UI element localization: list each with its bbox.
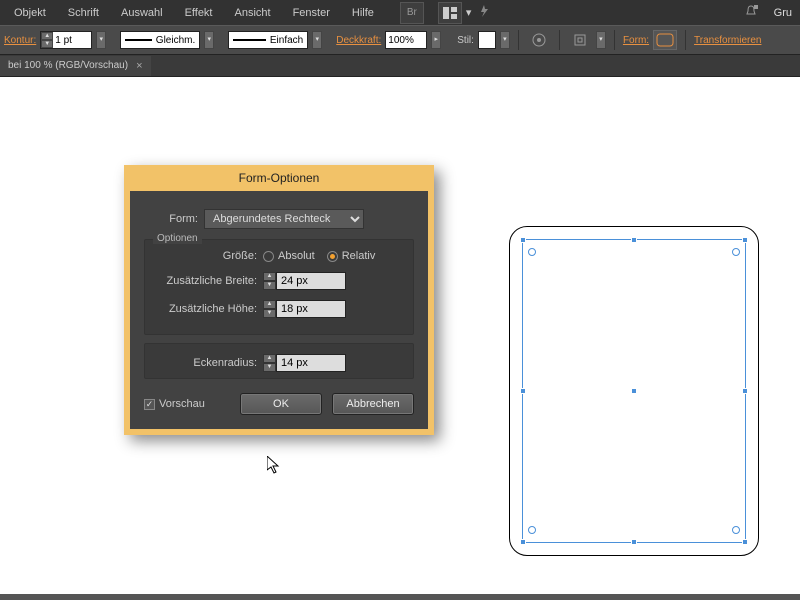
extra-height-label: Zusätzliche Höhe: (155, 303, 263, 315)
extra-height-field[interactable]: ▲▼ (263, 300, 346, 318)
handle-center[interactable] (631, 388, 637, 394)
corner-widget-br[interactable] (732, 526, 740, 534)
menu-hilfe[interactable]: Hilfe (342, 3, 384, 23)
radius-label: Eckenradius: (155, 357, 263, 369)
options-bar: Kontur: ▲▼ ▾ Gleichm. ▾ Einfach ▾ Deckkr… (0, 25, 800, 55)
handle-tr[interactable] (742, 237, 748, 243)
stroke-cap-dropdown[interactable]: ▾ (204, 31, 214, 49)
menu-auswahl[interactable]: Auswahl (111, 3, 173, 23)
corner-widget-tr[interactable] (732, 248, 740, 256)
menubar: Objekt Schrift Auswahl Effekt Ansicht Fe… (0, 0, 800, 25)
stroke-weight-field[interactable]: ▲▼ (40, 31, 92, 49)
stroke-weight-input[interactable] (53, 34, 91, 47)
handle-tl[interactable] (520, 237, 526, 243)
graphic-style-swatch[interactable] (478, 31, 496, 49)
notification-icon[interactable] (744, 4, 758, 21)
kontur-label[interactable]: Kontur: (4, 35, 36, 46)
menu-effekt[interactable]: Effekt (175, 3, 223, 23)
ok-button[interactable]: OK (240, 393, 322, 415)
opacity-input[interactable] (386, 34, 426, 47)
extra-width-label: Zusätzliche Breite: (155, 275, 263, 287)
menu-objekt[interactable]: Objekt (4, 3, 56, 23)
document-tab[interactable]: bei 100 % (RGB/Vorschau) × (0, 56, 151, 76)
align-dropdown[interactable]: ▾ (596, 31, 606, 49)
stroke-dash-field[interactable]: Einfach (228, 31, 308, 49)
tab-title: bei 100 % (RGB/Vorschau) (8, 60, 128, 71)
menu-ansicht[interactable]: Ansicht (225, 3, 281, 23)
arrange-docs-icon[interactable] (438, 2, 462, 24)
bridge-icon[interactable]: Br (400, 2, 424, 24)
style-label: Stil: (457, 35, 474, 46)
selection-bbox (522, 239, 746, 543)
handle-bl[interactable] (520, 539, 526, 545)
cancel-button[interactable]: Abbrechen (332, 393, 414, 415)
options-group: Optionen Größe: Absolut Relativ Zusätzli… (144, 239, 414, 335)
handle-bc[interactable] (631, 539, 637, 545)
opacity-dropdown[interactable]: ▸ (431, 31, 441, 49)
gpu-icon[interactable] (473, 4, 495, 21)
document-tabs: bei 100 % (RGB/Vorschau) × (0, 55, 800, 77)
radio-absolut[interactable]: Absolut (263, 250, 315, 262)
corner-widget-tl[interactable] (528, 248, 536, 256)
handle-rc[interactable] (742, 388, 748, 394)
menu-schrift[interactable]: Schrift (58, 3, 109, 23)
align-icon[interactable] (568, 30, 592, 50)
radius-field[interactable]: ▲▼ (263, 354, 346, 372)
dialog-title[interactable]: Form-Optionen (124, 165, 434, 191)
extra-width-field[interactable]: ▲▼ (263, 272, 346, 290)
stroke-weight-dropdown[interactable]: ▾ (96, 31, 106, 49)
handle-lc[interactable] (520, 388, 526, 394)
shape-select[interactable]: Abgerundetes Rechteck (204, 209, 364, 229)
stroke-dash-dropdown[interactable]: ▾ (312, 31, 322, 49)
extra-width-input[interactable] (276, 272, 346, 290)
radius-group: Eckenradius: ▲▼ (144, 343, 414, 379)
shape-options-dialog: Form-Optionen Form: Abgerundetes Rechtec… (124, 165, 434, 435)
recolor-icon[interactable] (527, 30, 551, 50)
handle-br[interactable] (742, 539, 748, 545)
corner-widget-bl[interactable] (528, 526, 536, 534)
menu-fenster[interactable]: Fenster (283, 3, 340, 23)
arrange-dropdown[interactable]: ▾ (466, 6, 472, 19)
form-label: Form: (144, 213, 204, 225)
radio-relativ[interactable]: Relativ (327, 250, 376, 262)
selected-shape[interactable] (509, 226, 759, 556)
workspace-label[interactable]: Gru (770, 7, 796, 19)
status-bar-edge (0, 594, 800, 600)
radius-input[interactable] (276, 354, 346, 372)
opacity-label[interactable]: Deckkraft: (336, 35, 381, 46)
preview-checkbox[interactable]: ✓Vorschau (144, 398, 205, 410)
transform-label[interactable]: Transformieren (694, 35, 761, 46)
extra-height-input[interactable] (276, 300, 346, 318)
shape-label[interactable]: Form: (623, 35, 649, 46)
shape-icon[interactable] (653, 30, 677, 50)
graphic-style-dropdown[interactable]: ▾ (500, 31, 510, 49)
tab-close-icon[interactable]: × (136, 60, 142, 72)
handle-tc[interactable] (631, 237, 637, 243)
options-legend: Optionen (153, 233, 202, 244)
size-label: Größe: (155, 250, 263, 262)
opacity-field[interactable] (385, 31, 427, 49)
stroke-cap-field[interactable]: Gleichm. (120, 31, 200, 49)
